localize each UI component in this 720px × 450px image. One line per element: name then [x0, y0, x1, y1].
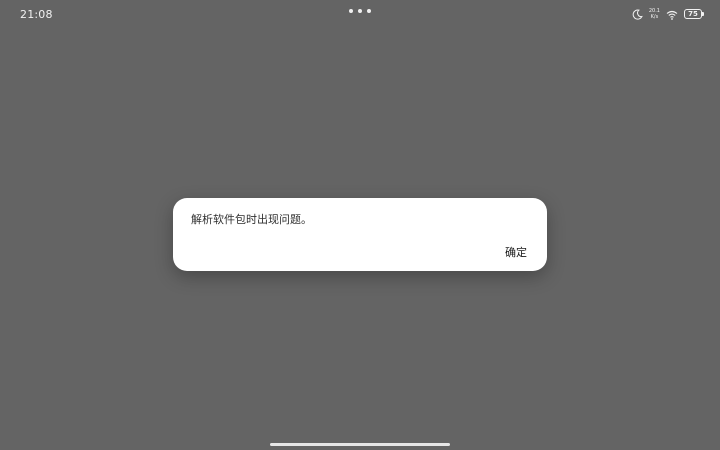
battery-icon: 75 — [684, 9, 704, 19]
net-speed-unit: K/s — [650, 14, 659, 20]
dot-icon — [349, 9, 353, 13]
moon-icon — [632, 5, 643, 24]
network-speed: 20.1 K/s — [649, 8, 660, 20]
wifi-icon — [666, 5, 678, 24]
error-dialog: 解析软件包时出现问题。 确定 — [173, 198, 547, 271]
home-indicator[interactable] — [270, 443, 450, 446]
window-menu-dots[interactable] — [349, 9, 371, 13]
status-bar: 21:08 20.1 K/s 75 — [0, 0, 720, 28]
status-icons: 20.1 K/s 75 — [632, 5, 704, 24]
dot-icon — [367, 9, 371, 13]
dialog-message: 解析软件包时出现问题。 — [191, 213, 312, 226]
status-time: 21:08 — [20, 8, 53, 21]
screen: 21:08 20.1 K/s 75 解析软件包时出现问题。 确定 — [0, 0, 720, 450]
dot-icon — [358, 9, 362, 13]
confirm-button[interactable]: 确定 — [505, 244, 527, 260]
